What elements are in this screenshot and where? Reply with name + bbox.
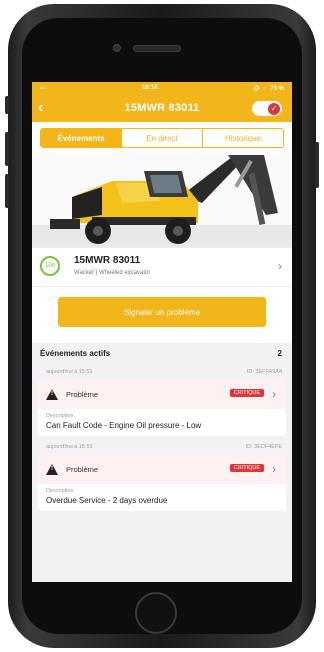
machine-card[interactable]: 100 15MWR 83011 Wacker | Wheeled excavat… xyxy=(32,247,292,286)
excavator-illustration xyxy=(32,153,292,247)
tab-bar-container: Événements En direct Historique xyxy=(32,122,292,153)
events-header: Événements actifs 2 xyxy=(32,343,292,365)
tab-bar: Événements En direct Historique xyxy=(40,128,284,148)
battery-status: @ ⚡ 73 % xyxy=(253,85,284,92)
description-label: Description xyxy=(46,488,74,494)
status-time: 16:14 xyxy=(142,85,158,91)
machine-subtitle: Wacker | Wheeled excavator xyxy=(74,270,151,276)
event-date: aujourd'hui à 15:51 xyxy=(46,369,93,375)
event-item: aujourd'hui à 15:51 ID: 3EDF4EFE ! Probl… xyxy=(32,440,292,511)
description-label: Description xyxy=(46,413,74,419)
check-icon: ✓ xyxy=(268,102,280,115)
volume-up-button xyxy=(5,132,9,166)
event-card-header: ! Problème CRITIQUE › xyxy=(38,454,286,484)
description-text: Overdue Service - 2 days overdue xyxy=(46,496,168,505)
event-id: ID: 3EDF4EFE xyxy=(245,444,282,450)
event-card[interactable]: ! Problème CRITIQUE › Description Can Fa… xyxy=(38,379,286,436)
front-camera xyxy=(113,44,121,52)
mute-switch xyxy=(5,96,9,114)
description-text: Can Fault Code - Engine Oil pressure - L… xyxy=(46,421,202,430)
power-button xyxy=(315,142,319,188)
report-problem-button[interactable]: Signaler un problème xyxy=(58,297,266,327)
event-card-body: Description Overdue Service - 2 days ove… xyxy=(38,484,286,511)
app-screen: ▪▪ᐧ 16:14 @ ⚡ 73 % ‹ 15MWR 83011 ✓ Événe… xyxy=(32,82,292,582)
event-id: ID: 3EFFA9A4 xyxy=(246,369,282,375)
event-card[interactable]: ! Problème CRITIQUE › Description Overdu… xyxy=(38,454,286,511)
event-meta: aujourd'hui à 15:51 ID: 3EDF4EFE xyxy=(32,440,292,454)
health-badge: 100 xyxy=(40,256,60,276)
machine-photo xyxy=(32,153,292,247)
severity-badge: CRITIQUE xyxy=(229,389,264,397)
volume-down-button xyxy=(5,174,9,208)
warning-exclamation: ! xyxy=(51,466,53,472)
status-toggle[interactable]: ✓ xyxy=(252,101,282,116)
chevron-right-icon: › xyxy=(272,387,276,401)
chevron-right-icon: › xyxy=(278,259,282,273)
event-card-body: Description Can Fault Code - Engine Oil … xyxy=(38,409,286,436)
event-card-header: ! Problème CRITIQUE › xyxy=(38,379,286,409)
event-meta: aujourd'hui à 15:51 ID: 3EFFA9A4 xyxy=(32,365,292,379)
chevron-right-icon: › xyxy=(272,462,276,476)
tab-evenements[interactable]: Événements xyxy=(41,129,121,147)
home-button[interactable] xyxy=(135,592,177,634)
status-bar: ▪▪ᐧ 16:14 @ ⚡ 73 % xyxy=(32,82,292,94)
events-count: 2 xyxy=(277,349,282,358)
events-title: Événements actifs xyxy=(40,349,111,358)
nav-bar: ‹ 15MWR 83011 ✓ xyxy=(32,94,292,122)
earpiece-speaker xyxy=(133,45,181,52)
severity-badge: CRITIQUE xyxy=(229,464,264,472)
tab-en-direct[interactable]: En direct xyxy=(121,129,202,147)
action-area: Signaler un problème xyxy=(32,286,292,343)
page-title: 15MWR 83011 xyxy=(124,102,200,114)
tab-historique[interactable]: Historique xyxy=(202,129,283,147)
event-item: aujourd'hui à 15:51 ID: 3EFFA9A4 ! Probl… xyxy=(32,365,292,436)
chevron-left-icon[interactable]: ‹ xyxy=(38,100,43,116)
warning-exclamation: ! xyxy=(51,391,53,397)
event-date: aujourd'hui à 15:51 xyxy=(46,444,93,450)
event-type: Problème xyxy=(66,390,99,399)
event-type: Problème xyxy=(66,465,99,474)
machine-name: 15MWR 83011 xyxy=(74,255,141,266)
